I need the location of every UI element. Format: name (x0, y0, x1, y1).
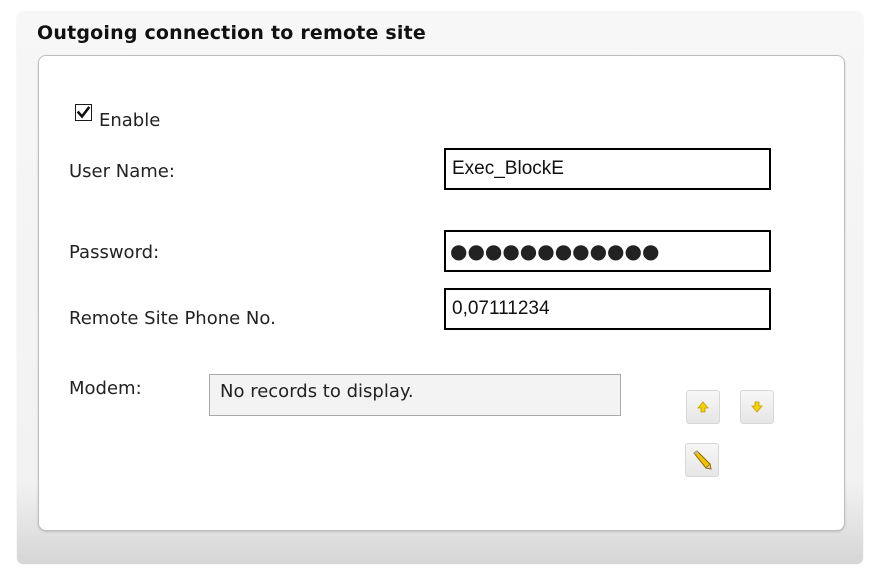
arrow-down-icon (751, 401, 763, 413)
phone-label: Remote Site Phone No. (69, 308, 276, 329)
phone-input[interactable] (444, 288, 771, 330)
user-name-label: User Name: (69, 161, 175, 182)
pencil-icon (693, 450, 712, 470)
section-title: Outgoing connection to remote site (37, 22, 427, 44)
modem-list[interactable]: No records to display. (209, 374, 621, 416)
modem-list-empty-text: No records to display. (220, 381, 414, 402)
move-up-button[interactable] (686, 390, 720, 424)
enable-label: Enable (99, 110, 161, 131)
checkmark-icon (76, 106, 91, 119)
edit-button[interactable] (685, 443, 719, 477)
arrow-up-icon (697, 401, 709, 413)
password-label: Password: (69, 242, 160, 263)
password-input[interactable]: ●●●●●●●●●●●● (444, 230, 771, 272)
enable-checkbox[interactable] (75, 104, 92, 121)
connection-panel: Outgoing connection to remote site Enabl… (17, 12, 863, 564)
user-name-input[interactable] (444, 148, 771, 190)
move-down-button[interactable] (740, 390, 774, 424)
connection-form: Enable User Name: Password: ●●●●●●●●●●●●… (38, 55, 845, 531)
modem-label: Modem: (69, 378, 142, 399)
